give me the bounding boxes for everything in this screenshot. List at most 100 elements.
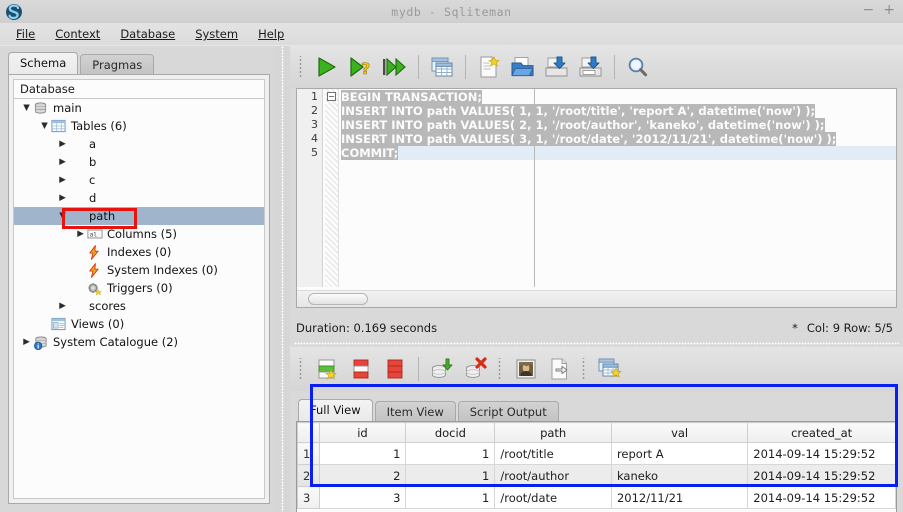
cell-created-at[interactable]: 2014-09-14 15:29:52 — [747, 442, 896, 465]
table-row[interactable]: 3 3 1/root/date 2012/11/21 2014-09-14 15:29:… — [297, 486, 896, 509]
editor-hscrollbar[interactable] — [297, 290, 896, 307]
tab-pragmas[interactable]: Pragmas — [80, 54, 155, 75]
table-row[interactable]: 2 2 1/root/author kaneko 2014-09-14 15:29:52 — [297, 464, 896, 487]
expand-arrow-closed-icon[interactable]: ▶ — [56, 157, 69, 167]
row-number-header[interactable]: 2 — [297, 464, 320, 487]
tree-item-d[interactable]: ▶ d — [14, 189, 264, 207]
save-as-script-button[interactable] — [574, 50, 608, 84]
rollback-button[interactable] — [459, 352, 493, 386]
menu-help[interactable]: Help — [248, 25, 294, 43]
cell-id[interactable]: 3 — [318, 486, 407, 509]
truncate-table-button[interactable] — [378, 352, 412, 386]
tab-script-output[interactable]: Script Output — [457, 401, 559, 422]
column-header-path[interactable]: path — [494, 422, 612, 443]
tree-item-a[interactable]: ▶ a — [14, 135, 264, 153]
column-header-val[interactable]: val — [610, 422, 749, 443]
fold-toggle-icon[interactable]: − — [327, 92, 336, 101]
column-header-id[interactable]: id — [318, 422, 407, 443]
cell-created-at[interactable]: 2014-09-14 15:29:52 — [747, 486, 896, 509]
cell-docid[interactable]: 1 — [405, 442, 496, 465]
editor-hscrollbar-thumb[interactable] — [308, 293, 368, 305]
new-script-button[interactable] — [472, 50, 506, 84]
cell-id[interactable]: 1 — [318, 442, 407, 465]
delete-row-button[interactable] — [344, 352, 378, 386]
cell-val[interactable]: kaneko — [610, 464, 749, 487]
tree-item-tables-6[interactable]: ▼ Tables (6) — [14, 117, 264, 135]
expand-arrow-open-icon[interactable]: ▼ — [56, 211, 69, 221]
cell-docid[interactable]: 1 — [405, 464, 496, 487]
sql-editor-content[interactable]: 12345 − BEGIN TRANSACTION; INSERT INTO pa… — [297, 89, 896, 287]
tree-item-b[interactable]: ▶ b — [14, 153, 264, 171]
sql-code[interactable]: BEGIN TRANSACTION; INSERT INTO path VALUE… — [341, 90, 896, 288]
table-corner-header[interactable] — [297, 422, 320, 443]
run-sql-button[interactable] — [310, 50, 344, 84]
row-number-header[interactable]: 1 — [297, 442, 320, 465]
expand-arrow-closed-icon[interactable]: ▶ — [56, 193, 69, 203]
column-header-docid[interactable]: docid — [405, 422, 496, 443]
toolbar-drag-handle[interactable] — [298, 56, 306, 78]
expand-arrow-closed-icon[interactable]: ▶ — [74, 229, 87, 239]
expand-arrow-open-icon[interactable]: ▼ — [38, 121, 51, 131]
cell-docid[interactable]: 1 — [405, 486, 496, 509]
column-header-created-at[interactable]: created_at — [747, 422, 896, 443]
menu-file[interactable]: File — [6, 25, 45, 43]
save-script-button[interactable] — [540, 50, 574, 84]
sql-line[interactable]: INSERT INTO path VALUES( 2, 1, '/root/au… — [341, 118, 896, 132]
create-view-button[interactable] — [425, 50, 459, 84]
sql-editor[interactable]: 12345 − BEGIN TRANSACTION; INSERT INTO pa… — [296, 88, 897, 308]
schema-tree[interactable]: ▼ main ▼ Tables (6) ▶ a ▶ b ▶ c ▶ d ▼ path ▶ al Columns … — [13, 99, 265, 499]
tab-schema[interactable]: Schema — [8, 52, 79, 75]
table-row[interactable]: 1 1 1/root/title report A 2014-09-14 15:29:5… — [297, 442, 896, 465]
tree-item-indexes-0[interactable]: ▶ Indexes (0) — [14, 243, 264, 261]
tree-item-system-indexes-0[interactable]: ▶ System Indexes (0) — [14, 261, 264, 279]
menu-context[interactable]: Context — [45, 25, 110, 43]
insert-row-button[interactable] — [310, 352, 344, 386]
fold-margin[interactable]: − — [325, 89, 339, 287]
menu-database[interactable]: Database — [110, 25, 185, 43]
expand-arrow-closed-icon[interactable]: ▶ — [56, 175, 69, 185]
blob-preview-button[interactable] — [509, 352, 543, 386]
result-toolbar-drag-handle-2[interactable] — [497, 358, 505, 380]
expand-arrow-closed-icon[interactable]: ▶ — [56, 139, 69, 149]
row-number-header[interactable]: 3 — [297, 486, 320, 509]
tree-item-path[interactable]: ▼ path — [14, 207, 264, 225]
menu-system[interactable]: System — [185, 25, 248, 43]
cell-path[interactable]: /root/author — [494, 464, 612, 487]
expand-arrow-closed-icon[interactable]: ▶ — [20, 337, 33, 347]
commit-button[interactable] — [425, 352, 459, 386]
tree-item-c[interactable]: ▶ c — [14, 171, 264, 189]
run-explain-button[interactable]: ? — [344, 50, 378, 84]
vertical-splitter[interactable] — [276, 46, 290, 512]
result-toolbar-drag-handle[interactable] — [298, 358, 306, 380]
result-grid-container[interactable]: id docid path val created_at 1 1 1/root/ti… — [296, 421, 897, 512]
tree-item-columns-5[interactable]: ▶ al Columns (5) — [14, 225, 264, 243]
maximize-button[interactable]: + — [883, 3, 895, 17]
find-button[interactable] — [621, 50, 655, 84]
expand-arrow-open-icon[interactable]: ▼ — [20, 103, 33, 113]
tab-item-view[interactable]: Item View — [374, 401, 456, 422]
run-step-button[interactable] — [378, 50, 412, 84]
horizontal-splitter[interactable] — [294, 340, 899, 347]
expand-arrow-closed-icon[interactable]: ▶ — [56, 301, 69, 311]
tree-item-triggers-0[interactable]: ▶ Triggers (0) — [14, 279, 264, 297]
cell-path[interactable]: /root/date — [494, 486, 612, 509]
sql-line[interactable]: COMMIT; — [341, 146, 896, 160]
new-table-button[interactable] — [593, 352, 627, 386]
sql-line[interactable]: INSERT INTO path VALUES( 3, 1, '/root/da… — [341, 132, 896, 146]
cell-val[interactable]: 2012/11/21 — [610, 486, 749, 509]
sql-line[interactable]: BEGIN TRANSACTION; — [341, 90, 896, 104]
cell-val[interactable]: report A — [610, 442, 749, 465]
export-data-button[interactable] — [543, 352, 577, 386]
open-script-button[interactable] — [506, 50, 540, 84]
result-toolbar-drag-handle-3[interactable] — [581, 358, 589, 380]
result-table[interactable]: id docid path val created_at 1 1 1/root/ti… — [297, 422, 896, 509]
cell-id[interactable]: 2 — [318, 464, 407, 487]
cell-path[interactable]: /root/title — [494, 442, 612, 465]
tree-item-scores[interactable]: ▶ scores — [14, 297, 264, 315]
minimize-button[interactable]: − — [863, 3, 875, 17]
tree-item-views-0[interactable]: ▶ Views (0) — [14, 315, 264, 333]
sql-line[interactable]: INSERT INTO path VALUES( 1, 1, '/root/ti… — [341, 104, 896, 118]
tab-full-view[interactable]: Full View — [298, 399, 373, 422]
cell-created-at[interactable]: 2014-09-14 15:29:52 — [747, 464, 896, 487]
tree-item-system-catalogue-2[interactable]: ▶ i System Catalogue (2) — [14, 333, 264, 351]
